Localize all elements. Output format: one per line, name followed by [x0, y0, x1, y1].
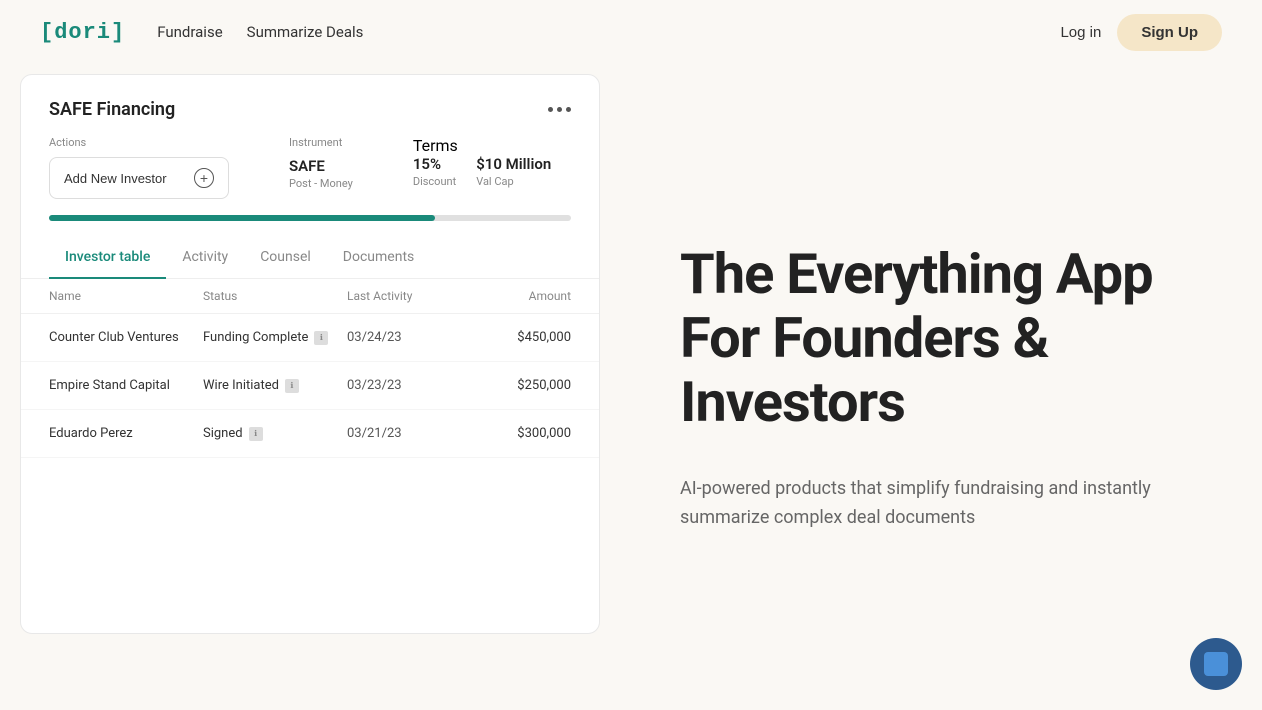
investor-amount-3: $300,000 — [481, 426, 571, 441]
investor-name-3: Eduardo Perez — [49, 426, 183, 441]
valcap-value: $10 Million — [476, 155, 551, 173]
col-header-name: Name — [49, 289, 183, 303]
nav-summarize-deals[interactable]: Summarize Deals — [247, 23, 364, 41]
tab-activity[interactable]: Activity — [166, 237, 244, 279]
investor-status-2: Wire Initiated ℹ — [183, 378, 337, 393]
plus-icon: + — [194, 168, 214, 188]
investor-activity-3: 03/21/23 — [337, 426, 481, 441]
investor-name-1: Counter Club Ventures — [49, 330, 183, 345]
status-icon-3: ℹ — [249, 427, 263, 441]
table-row: Counter Club Ventures Funding Complete ℹ… — [21, 314, 599, 362]
login-button[interactable]: Log in — [1060, 24, 1101, 41]
dot-3 — [566, 107, 571, 112]
chat-bubble[interactable] — [1190, 638, 1242, 690]
instrument-value: SAFE — [289, 157, 353, 175]
investor-activity-1: 03/24/23 — [337, 330, 481, 345]
safe-financing-panel: SAFE Financing Actions Add New Investor … — [20, 74, 600, 634]
dot-1 — [548, 107, 553, 112]
investor-status-3: Signed ℹ — [183, 426, 337, 441]
tabs: Investor table Activity Counsel Document… — [21, 237, 599, 279]
col-header-activity: Last Activity — [337, 289, 481, 303]
investor-activity-2: 03/23/23 — [337, 378, 481, 393]
hero-subtitle: AI-powered products that simplify fundra… — [680, 475, 1182, 533]
progress-bar — [49, 215, 571, 221]
instrument-sub: Post - Money — [289, 177, 353, 190]
col-header-amount: Amount — [481, 289, 571, 303]
tab-counsel[interactable]: Counsel — [244, 237, 327, 279]
investor-status-1: Funding Complete ℹ — [183, 330, 337, 345]
tab-investor-table[interactable]: Investor table — [49, 237, 166, 279]
chat-icon — [1204, 652, 1228, 676]
progress-container — [21, 215, 599, 221]
dots-menu[interactable] — [548, 107, 571, 112]
add-investor-button[interactable]: Add New Investor + — [49, 157, 229, 199]
investor-amount-2: $250,000 — [481, 378, 571, 393]
table-row: Empire Stand Capital Wire Initiated ℹ 03… — [21, 362, 599, 410]
investor-table: Name Status Last Activity Amount Counter… — [21, 279, 599, 458]
progress-fill — [49, 215, 435, 221]
hero-title: The Everything App For Founders & Invest… — [680, 242, 1182, 435]
actions-label: Actions — [49, 136, 229, 149]
panel-title: SAFE Financing — [49, 99, 175, 120]
logo[interactable]: [dori] — [40, 20, 125, 45]
investor-name-2: Empire Stand Capital — [49, 378, 183, 393]
status-icon-1: ℹ — [314, 331, 328, 345]
tab-documents[interactable]: Documents — [327, 237, 430, 279]
terms-label: Terms — [413, 136, 458, 155]
discount-sub: Discount — [413, 175, 456, 188]
instrument-label: Instrument — [289, 136, 353, 149]
valcap-sub: Val Cap — [476, 175, 551, 188]
discount-value: 15% — [413, 155, 456, 173]
investor-amount-1: $450,000 — [481, 330, 571, 345]
hero-panel: The Everything App For Founders & Invest… — [600, 64, 1262, 710]
dot-2 — [557, 107, 562, 112]
nav-fundraise[interactable]: Fundraise — [157, 23, 222, 41]
status-icon-2: ℹ — [285, 379, 299, 393]
table-row: Eduardo Perez Signed ℹ 03/21/23 $300,000 — [21, 410, 599, 458]
col-header-status: Status — [183, 289, 337, 303]
signup-button[interactable]: Sign Up — [1117, 14, 1222, 51]
